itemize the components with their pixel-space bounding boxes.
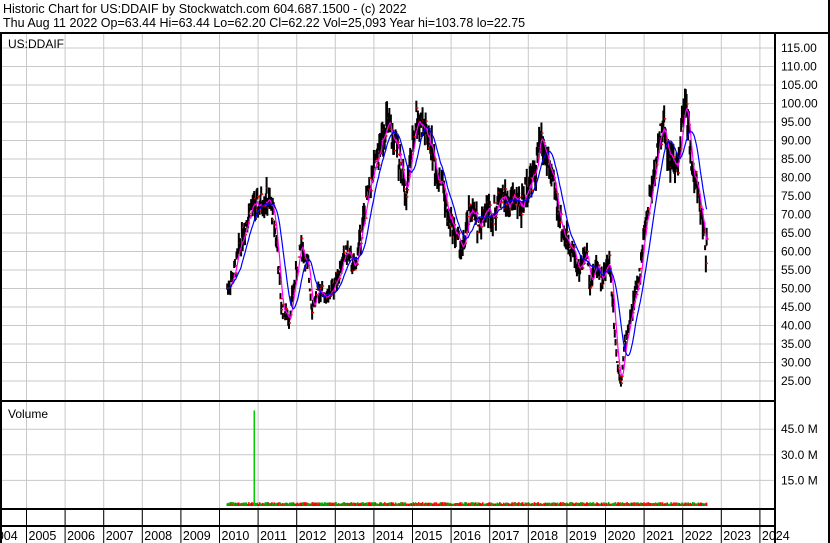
year-label: 2018 <box>530 529 558 543</box>
price-tick-label: 25.00 <box>781 374 811 388</box>
year-label: 2019 <box>569 529 597 543</box>
price-tick-label: 45.00 <box>781 300 811 314</box>
price-tick-label: 55.00 <box>781 263 811 277</box>
price-tick-label: 90.00 <box>781 134 811 148</box>
price-tick-label: 95.00 <box>781 115 811 129</box>
price-tick-label: 100.00 <box>781 97 818 111</box>
year-label: 2010 <box>222 529 250 543</box>
price-tick-label: 60.00 <box>781 245 811 259</box>
price-tick-label: 80.00 <box>781 171 811 185</box>
year-label: 2023 <box>723 529 751 543</box>
volume-label: Volume <box>8 407 49 421</box>
year-label: 2005 <box>29 529 57 543</box>
year-label: 2006 <box>67 529 95 543</box>
year-label: 2017 <box>492 529 520 543</box>
year-label: 2015 <box>415 529 443 543</box>
year-label: 2008 <box>144 529 172 543</box>
year-label: 2020 <box>608 529 636 543</box>
price-tick-label: 105.00 <box>781 78 818 92</box>
year-label: 2007 <box>106 529 134 543</box>
price-tick-label: 115.00 <box>781 41 817 55</box>
year-label: 2021 <box>646 529 674 543</box>
price-tick-label: 110.00 <box>781 60 817 74</box>
volume-tick-label: 15.0 M <box>781 473 818 487</box>
chart-window: Historic Chart for US:DDAIF by Stockwatc… <box>0 0 830 543</box>
year-label: 2009 <box>183 529 211 543</box>
price-tick-label: 65.00 <box>781 226 811 240</box>
year-label: 2012 <box>299 529 327 543</box>
price-tick-label: 70.00 <box>781 208 811 222</box>
price-tick-label: 75.00 <box>781 189 811 203</box>
price-chart: 115.00 110.00 105.00 100.00 95.00 90.00 85.00 8… <box>0 0 830 543</box>
year-label: 2013 <box>337 529 365 543</box>
long-moving-average-line <box>226 126 708 357</box>
volume-tick-label: 45.0 M <box>781 422 818 436</box>
year-label: 2016 <box>453 529 481 543</box>
year-label: 2024 <box>762 529 790 543</box>
price-tick-label: 35.00 <box>781 337 811 351</box>
year-label: 2011 <box>260 529 287 543</box>
year-label: 2022 <box>685 529 713 543</box>
price-tick-label: 50.00 <box>781 282 811 296</box>
price-tick-label: 30.00 <box>781 356 811 370</box>
price-tick-label: 40.00 <box>781 319 811 333</box>
price-tick-label: 85.00 <box>781 152 811 166</box>
symbol-label: US:DDAIF <box>8 37 65 51</box>
volume-tick-label: 30.0 M <box>781 448 818 462</box>
year-label: 2014 <box>376 529 404 543</box>
year-label: 2004 <box>0 529 18 543</box>
